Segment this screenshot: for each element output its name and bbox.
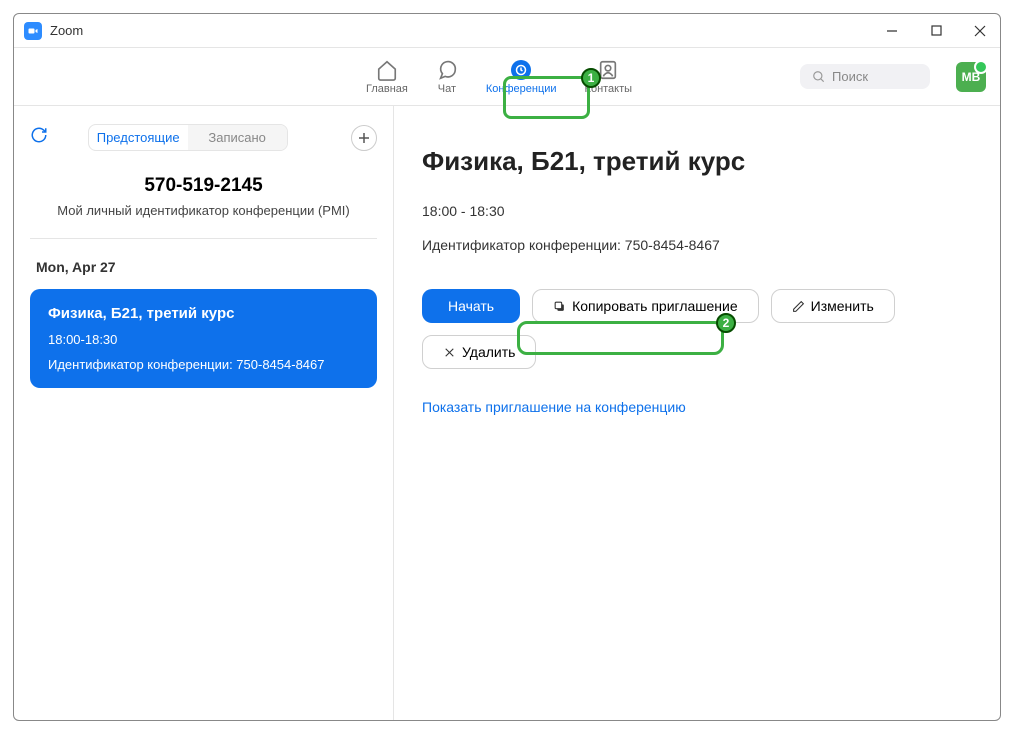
meeting-card-id: Идентификатор конференции: 750-8454-8467 xyxy=(48,357,359,372)
nav-chat[interactable]: Чат xyxy=(436,59,458,95)
nav-home[interactable]: Главная xyxy=(366,59,408,95)
copy-invite-label: Копировать приглашение xyxy=(572,298,738,314)
search-placeholder: Поиск xyxy=(832,69,868,84)
x-icon xyxy=(443,346,456,359)
add-meeting-button[interactable] xyxy=(351,125,377,151)
button-row: Начать Копировать приглашение Изменить У… xyxy=(422,289,972,369)
edit-button[interactable]: Изменить xyxy=(771,289,895,323)
delete-label: Удалить xyxy=(462,344,515,360)
app-window: Zoom Главная Чат Конференции Контакты xyxy=(13,13,1001,721)
home-icon xyxy=(376,59,398,81)
date-header: Mon, Apr 27 xyxy=(30,259,377,275)
segment-control: Предстоящие Записано xyxy=(88,124,288,151)
avatar[interactable]: МВ xyxy=(956,62,986,92)
nav-chat-label: Чат xyxy=(438,83,456,95)
meeting-time: 18:00 - 18:30 xyxy=(422,203,972,219)
maximize-button[interactable] xyxy=(926,21,946,41)
zoom-logo-icon xyxy=(24,22,42,40)
pmi-label: Мой личный идентификатор конференции (PM… xyxy=(30,203,377,218)
copy-icon xyxy=(553,300,566,313)
refresh-icon[interactable] xyxy=(30,126,48,149)
window-title: Zoom xyxy=(50,23,83,38)
nav-home-label: Главная xyxy=(366,83,408,95)
body: Предстоящие Записано 570-519-2145 Мой ли… xyxy=(14,106,1000,720)
meeting-card-time: 18:00-18:30 xyxy=(48,332,359,347)
delete-button[interactable]: Удалить xyxy=(422,335,536,369)
close-button[interactable] xyxy=(970,21,990,41)
search-icon xyxy=(812,70,826,84)
top-navigation: Главная Чат Конференции Контакты Поиск М… xyxy=(14,48,1000,106)
avatar-initials: МВ xyxy=(962,70,981,84)
window-controls xyxy=(882,21,990,41)
chat-icon xyxy=(436,59,458,81)
edit-label: Изменить xyxy=(811,298,874,314)
pencil-icon xyxy=(792,300,805,313)
meeting-card-title: Физика, Б21, третий курс xyxy=(48,305,359,322)
meeting-id: Идентификатор конференции: 750-8454-8467 xyxy=(422,237,972,253)
sidebar-top: Предстоящие Записано xyxy=(30,124,377,151)
annotation-badge-2: 2 xyxy=(716,313,736,333)
main-panel: Физика, Б21, третий курс 18:00 - 18:30 И… xyxy=(394,106,1000,720)
tab-recorded[interactable]: Записано xyxy=(188,125,287,150)
pmi-number: 570-519-2145 xyxy=(30,175,377,197)
sidebar: Предстоящие Записано 570-519-2145 Мой ли… xyxy=(14,106,394,720)
tab-upcoming[interactable]: Предстоящие xyxy=(89,125,188,150)
meeting-card[interactable]: Физика, Б21, третий курс 18:00-18:30 Иде… xyxy=(30,289,377,388)
titlebar: Zoom xyxy=(14,14,1000,48)
nav-meetings-label: Конференции xyxy=(486,83,557,95)
show-invite-link[interactable]: Показать приглашение на конференцию xyxy=(422,399,686,415)
annotation-badge-1: 1 xyxy=(581,68,601,88)
nav-meetings[interactable]: Конференции xyxy=(486,59,557,95)
start-button[interactable]: Начать xyxy=(422,289,520,323)
clock-icon xyxy=(510,59,532,81)
search-input[interactable]: Поиск xyxy=(800,64,930,89)
pmi-block[interactable]: 570-519-2145 Мой личный идентификатор ко… xyxy=(30,175,377,239)
minimize-button[interactable] xyxy=(882,21,902,41)
meeting-title: Физика, Б21, третий курс xyxy=(422,146,972,177)
